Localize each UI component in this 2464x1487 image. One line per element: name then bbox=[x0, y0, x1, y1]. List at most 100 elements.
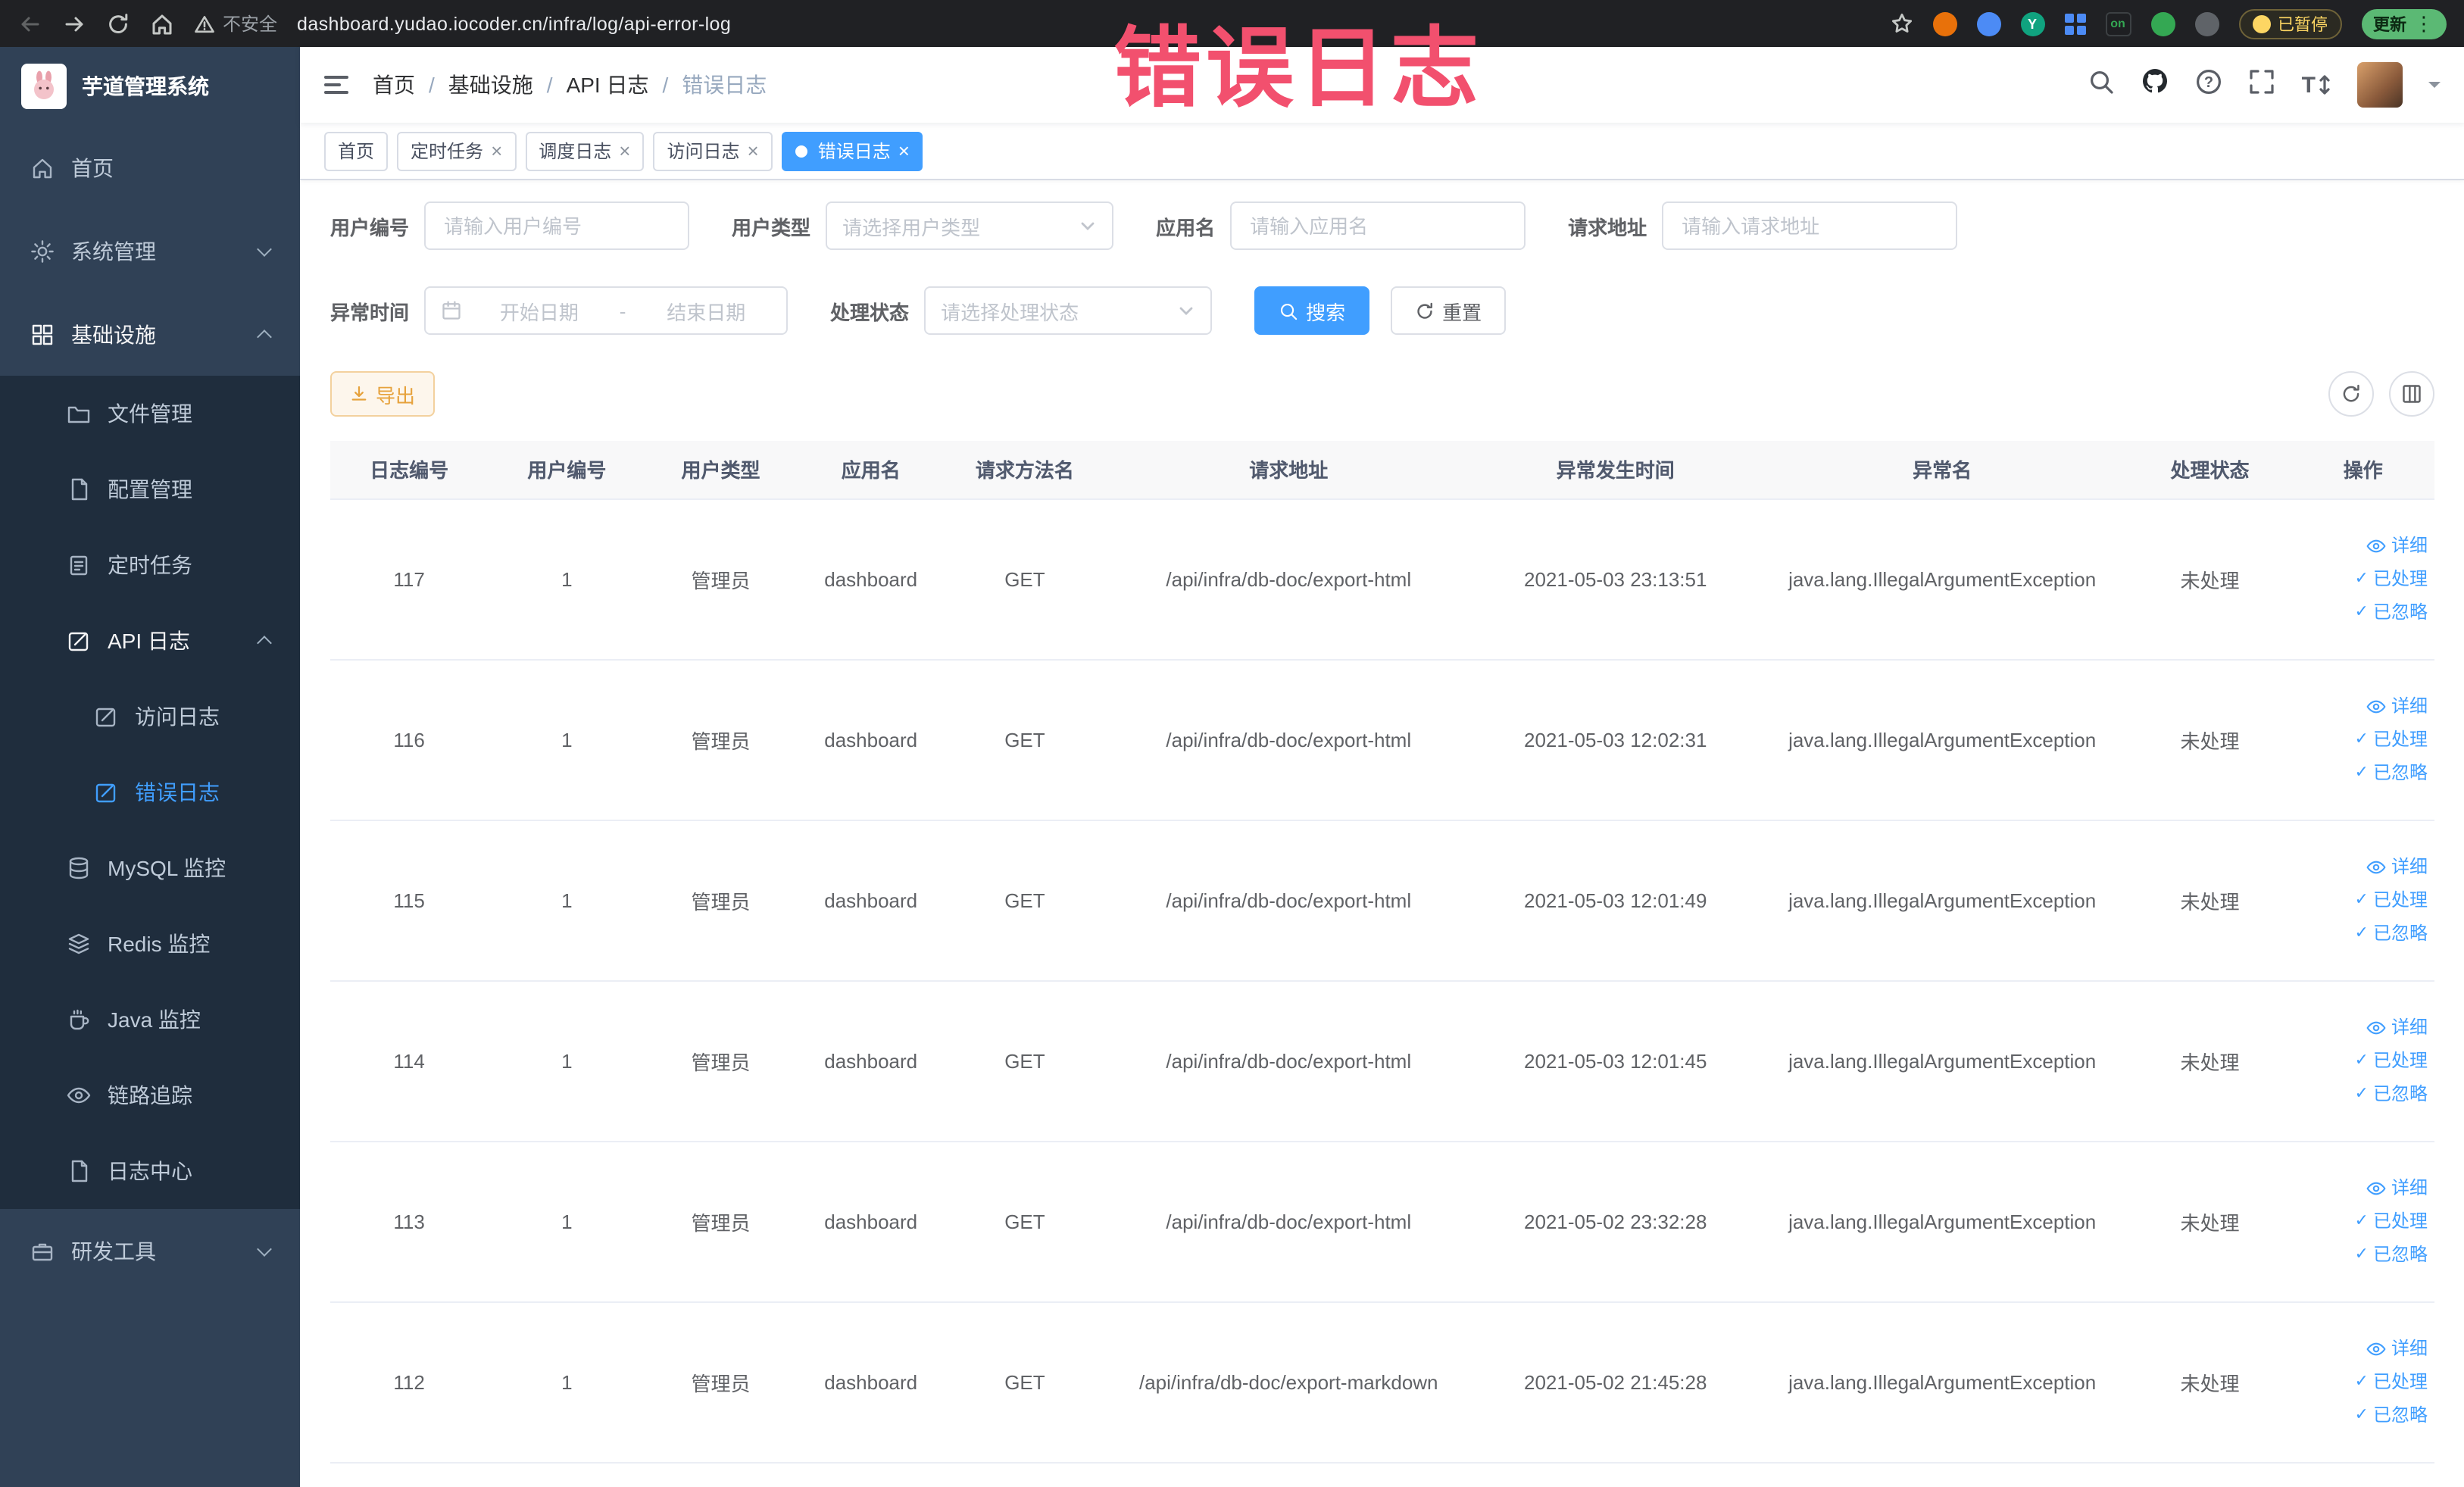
fullscreen-icon[interactable] bbox=[2249, 67, 2276, 102]
breadcrumb-home[interactable]: 首页 bbox=[373, 70, 415, 100]
app-name-input[interactable] bbox=[1230, 201, 1526, 250]
breadcrumb-api-log[interactable]: API 日志 bbox=[567, 70, 649, 100]
reload-icon[interactable] bbox=[106, 11, 130, 36]
table-header-row: 日志编号 用户编号 用户类型 应用名 请求方法名 请求地址 异常发生时间 异常名… bbox=[330, 441, 2434, 499]
sidebar-item-dev-tools[interactable]: 研发工具 bbox=[0, 1209, 300, 1292]
bookmark-star-icon[interactable] bbox=[1890, 12, 1913, 35]
request-url-input[interactable] bbox=[1662, 201, 1958, 250]
export-button[interactable]: 导出 bbox=[330, 371, 436, 417]
user-type-select[interactable]: 请选择用户类型 bbox=[826, 201, 1114, 250]
detail-link[interactable]: 详细 bbox=[2367, 692, 2428, 720]
table-row: 112 1 管理员 dashboard GET /api/infra/db-do… bbox=[330, 1301, 2434, 1463]
ignored-link[interactable]: ✓ 已忽略 bbox=[2355, 1401, 2428, 1429]
detail-label: 详细 bbox=[2391, 855, 2428, 876]
sidebar-item-timed-task[interactable]: 定时任务 bbox=[0, 527, 300, 603]
processed-link[interactable]: ✓ 已处理 bbox=[2355, 1046, 2428, 1075]
paused-extension-chip[interactable]: 已暂停 bbox=[2238, 8, 2341, 39]
close-icon[interactable]: × bbox=[619, 141, 630, 161]
close-icon[interactable]: × bbox=[491, 141, 502, 161]
processed-link[interactable]: ✓ 已处理 bbox=[2355, 725, 2428, 754]
processed-link[interactable]: ✓ 已处理 bbox=[2355, 1207, 2428, 1236]
sidebar-item-home[interactable]: 首页 bbox=[0, 126, 300, 209]
detail-link[interactable]: 详细 bbox=[2367, 1334, 2428, 1363]
address-bar[interactable]: dashboard.yudao.iocoder.cn/infra/log/api… bbox=[297, 13, 731, 34]
user-id-input[interactable] bbox=[424, 201, 690, 250]
tab-schedule-log[interactable]: 调度日志 × bbox=[525, 131, 645, 170]
ignored-link[interactable]: ✓ 已忽略 bbox=[2355, 919, 2428, 948]
processed-link[interactable]: ✓ 已处理 bbox=[2355, 1367, 2428, 1396]
ignored-link[interactable]: ✓ 已忽略 bbox=[2355, 758, 2428, 787]
close-icon[interactable]: × bbox=[898, 141, 910, 161]
sidebar-item-config-manage[interactable]: 配置管理 bbox=[0, 451, 300, 527]
ignored-link[interactable]: ✓ 已忽略 bbox=[2355, 1240, 2428, 1269]
search-icon[interactable] bbox=[2088, 67, 2116, 102]
app-logo[interactable]: 芋道管理系统 bbox=[0, 47, 300, 126]
forward-icon[interactable] bbox=[62, 11, 86, 36]
ignored-label: 已忽略 bbox=[2372, 1082, 2428, 1104]
cell-status: 未处理 bbox=[2127, 1301, 2293, 1463]
extension-on-badge[interactable]: on bbox=[2105, 11, 2131, 36]
ignored-link[interactable]: ✓ 已忽略 bbox=[2355, 1079, 2428, 1108]
help-icon[interactable]: ? bbox=[2196, 67, 2223, 102]
sidebar-item-log-center[interactable]: 日志中心 bbox=[0, 1133, 300, 1209]
back-icon[interactable] bbox=[18, 11, 42, 36]
refresh-table-button[interactable] bbox=[2328, 371, 2373, 417]
column-settings-button[interactable] bbox=[2388, 371, 2434, 417]
sidebar-item-mysql-monitor[interactable]: MySQL 监控 bbox=[0, 830, 300, 906]
hamburger-icon[interactable] bbox=[324, 76, 348, 94]
extension-paw-icon[interactable] bbox=[2194, 11, 2219, 36]
extension-grid-icon[interactable] bbox=[2064, 13, 2085, 34]
security-indicator[interactable]: 不安全 bbox=[194, 11, 277, 36]
col-exception-name: 异常名 bbox=[1757, 441, 2128, 499]
detail-link[interactable]: 详细 bbox=[2367, 1013, 2428, 1042]
col-app-name: 应用名 bbox=[795, 441, 946, 499]
check-icon: ✓ bbox=[2354, 923, 2369, 942]
cell-status: 未处理 bbox=[2127, 498, 2293, 660]
sidebar-item-trace[interactable]: 链路追踪 bbox=[0, 1057, 300, 1133]
browser-chrome: 不安全 dashboard.yudao.iocoder.cn/infra/log… bbox=[0, 0, 2464, 47]
detail-link[interactable]: 详细 bbox=[2367, 1173, 2428, 1202]
extension-y-icon[interactable]: Y bbox=[2020, 11, 2044, 36]
sidebar-item-error-log[interactable]: 错误日志 bbox=[0, 754, 300, 830]
sidebar-item-api-log[interactable]: API 日志 bbox=[0, 603, 300, 679]
sidebar-item-access-log[interactable]: 访问日志 bbox=[0, 679, 300, 754]
extension-green-icon[interactable] bbox=[2150, 11, 2175, 36]
tab-error-log[interactable]: 错误日志 × bbox=[781, 131, 923, 170]
reset-button[interactable]: 重置 bbox=[1391, 286, 1507, 335]
refresh-icon bbox=[1417, 301, 1433, 318]
sidebar-item-infra[interactable]: 基础设施 bbox=[0, 292, 300, 376]
processed-link[interactable]: ✓ 已处理 bbox=[2355, 886, 2428, 914]
extension-orange-icon[interactable] bbox=[1932, 11, 1957, 36]
sidebar-item-java-monitor[interactable]: Java 监控 bbox=[0, 982, 300, 1057]
table-row: 116 1 管理员 dashboard GET /api/infra/db-do… bbox=[330, 659, 2434, 820]
cell-method: GET bbox=[945, 820, 1104, 981]
extension-blue-icon[interactable] bbox=[1976, 11, 2000, 36]
close-icon[interactable]: × bbox=[748, 141, 759, 161]
tab-access-log[interactable]: 访问日志 × bbox=[653, 131, 773, 170]
processed-link[interactable]: ✓ 已处理 bbox=[2355, 564, 2428, 593]
ignored-link[interactable]: ✓ 已忽略 bbox=[2355, 598, 2428, 626]
sidebar-item-redis-monitor[interactable]: Redis 监控 bbox=[0, 906, 300, 982]
font-size-icon[interactable]: T bbox=[2302, 72, 2331, 98]
chevron-down-icon[interactable] bbox=[2428, 82, 2440, 94]
range-separator: - bbox=[619, 299, 626, 322]
update-button[interactable]: 更新 ⋮ bbox=[2361, 8, 2446, 39]
avatar[interactable] bbox=[2356, 62, 2402, 108]
breadcrumb-infra[interactable]: 基础设施 bbox=[448, 70, 533, 100]
detail-link[interactable]: 详细 bbox=[2367, 531, 2428, 560]
tab-home[interactable]: 首页 bbox=[324, 131, 389, 170]
github-icon[interactable] bbox=[2141, 67, 2170, 103]
cell-request-url: /api/infra/db-doc/export-html bbox=[1104, 659, 1474, 820]
sidebar-item-file-manage[interactable]: 文件管理 bbox=[0, 376, 300, 451]
start-date-placeholder: 开始日期 bbox=[499, 301, 579, 323]
sidebar-item-system[interactable]: 系统管理 bbox=[0, 209, 300, 292]
tab-timed-task[interactable]: 定时任务 × bbox=[397, 131, 517, 170]
cell-actions: 详细 ✓ 已处理 ✓ 已忽略 bbox=[2292, 820, 2434, 981]
search-button[interactable]: 搜索 bbox=[1254, 286, 1370, 335]
status-select[interactable]: 请选择处理状态 bbox=[924, 286, 1213, 335]
exception-time-range[interactable]: 开始日期 - 结束日期 bbox=[424, 286, 789, 335]
edit-square-icon bbox=[94, 704, 118, 729]
detail-link[interactable]: 详细 bbox=[2367, 852, 2428, 881]
home-chrome-icon[interactable] bbox=[150, 11, 174, 36]
processed-label: 已处理 bbox=[2372, 567, 2428, 589]
